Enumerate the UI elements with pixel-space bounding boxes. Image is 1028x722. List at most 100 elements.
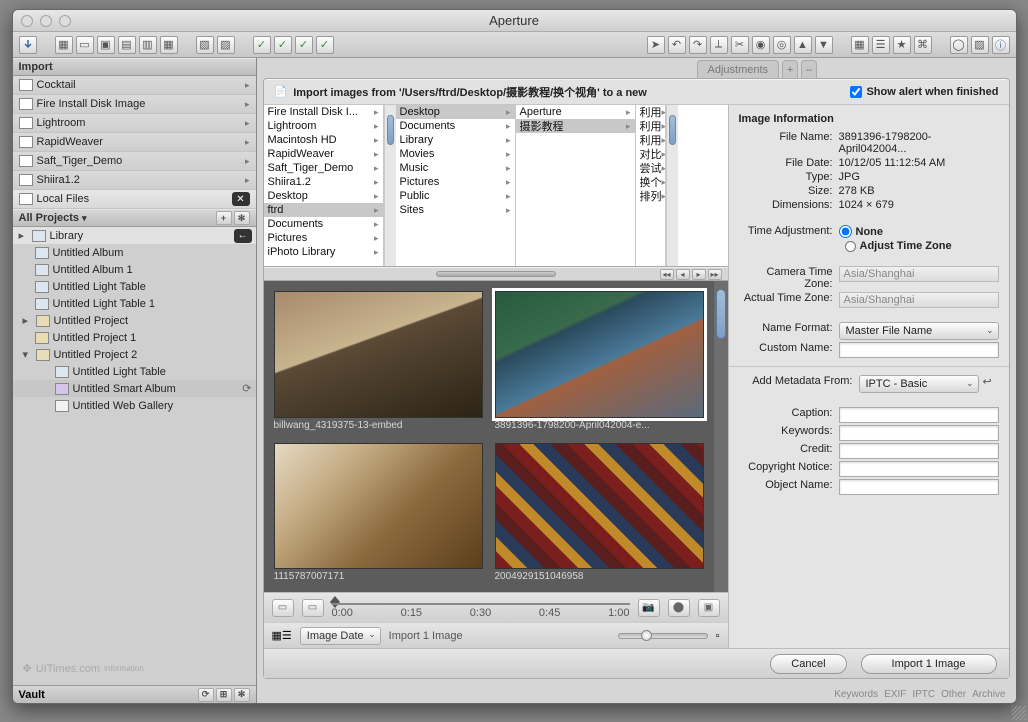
scrollbar-thumb[interactable] <box>716 289 726 339</box>
credit-field[interactable] <box>839 443 999 459</box>
browser-item[interactable]: 利用▸ <box>636 133 665 147</box>
gear-icon[interactable]: ✻ <box>234 211 250 225</box>
tree-project[interactable]: ▾Untitled Project 2 <box>13 346 256 363</box>
scrollbar-thumb[interactable] <box>387 115 394 145</box>
reset-icon[interactable]: ↩ <box>983 375 999 391</box>
zoom-window-button[interactable] <box>59 15 71 27</box>
source-item[interactable]: Cocktail▸ <box>13 76 256 95</box>
source-item[interactable]: Lightroom▸ <box>13 114 256 133</box>
import-arrow-icon[interactable] <box>19 36 37 54</box>
browser-item[interactable]: RapidWeaver▸ <box>264 147 383 161</box>
tab-plus[interactable]: + <box>782 60 798 78</box>
footer-tab[interactable]: Archive <box>972 689 1005 700</box>
unstack-icon[interactable]: ▨ <box>217 36 235 54</box>
list-view-icon[interactable]: ☰ <box>282 629 292 642</box>
crop-icon[interactable]: ✂ <box>731 36 749 54</box>
browser-item[interactable]: Desktop▸ <box>264 189 383 203</box>
browser-item[interactable]: Macintosh HD▸ <box>264 133 383 147</box>
loupe-icon[interactable]: ◯ <box>950 36 968 54</box>
pointer-tool-icon[interactable]: ➤ <box>647 36 665 54</box>
browser-item[interactable]: 利用▸ <box>636 119 665 133</box>
keywords-field[interactable] <box>839 425 999 441</box>
source-item[interactable]: RapidWeaver▸ <box>13 133 256 152</box>
browser-item[interactable]: Saft_Tiger_Demo▸ <box>264 161 383 175</box>
all-projects-header[interactable]: All Projects▾ + ✻ <box>13 209 256 227</box>
check3-icon[interactable]: ✓ <box>295 36 313 54</box>
browser-item[interactable]: 排列▸ <box>636 189 665 203</box>
tree-web-gallery[interactable]: Untitled Web Gallery <box>13 397 256 414</box>
browser-item[interactable]: Pictures▸ <box>396 175 515 189</box>
browser-item[interactable]: 利用▸ <box>636 105 665 119</box>
browser-item[interactable]: 摄影教程▸ <box>516 119 635 133</box>
nav-prev-icon[interactable]: ◂ <box>676 269 690 280</box>
split-handle[interactable]: ◂◂ ◂ ▸ ▸▸ <box>264 267 728 281</box>
add-metadata-popup[interactable]: IPTC - Basic <box>859 375 979 393</box>
straighten-icon[interactable]: ⟂ <box>710 36 728 54</box>
rotate-right-icon[interactable]: ↷ <box>689 36 707 54</box>
check4-icon[interactable]: ✓ <box>316 36 334 54</box>
nav-last-icon[interactable]: ▸▸ <box>708 269 722 280</box>
rating-icon[interactable]: ★ <box>893 36 911 54</box>
browser-item[interactable]: Pictures▸ <box>264 231 383 245</box>
footer-tab[interactable]: Keywords <box>834 689 878 700</box>
tree-album[interactable]: Untitled Album 1 <box>13 261 256 278</box>
keywords-icon[interactable]: ⌘ <box>914 36 932 54</box>
tree-library[interactable]: ▸Library← <box>13 227 256 244</box>
lift-icon[interactable]: ▲ <box>794 36 812 54</box>
tree-lighttable[interactable]: Untitled Light Table 1 <box>13 295 256 312</box>
tree-lighttable[interactable]: Untitled Light Table <box>13 278 256 295</box>
rotate-left-icon[interactable]: ↶ <box>668 36 686 54</box>
spot-icon[interactable]: ◎ <box>773 36 791 54</box>
copyright-field[interactable] <box>839 461 999 477</box>
view-list-icon[interactable]: ☰ <box>872 36 890 54</box>
thumbnail[interactable]: 1115787007171 <box>274 443 483 583</box>
nav-first-icon[interactable]: ◂◂ <box>660 269 674 280</box>
stamp-icon[interactable]: ▼ <box>815 36 833 54</box>
scrollbar-thumb[interactable] <box>669 115 676 145</box>
view-grid-icon[interactable]: ▦ <box>851 36 869 54</box>
grid-view-icon[interactable]: ▦ <box>272 629 282 642</box>
browser-item[interactable]: Shiira1.2▸ <box>264 175 383 189</box>
check2-icon[interactable]: ✓ <box>274 36 292 54</box>
browser-item[interactable]: ftrd▸ <box>264 203 383 217</box>
tree-smart-album[interactable]: Untitled Smart Album⟳ <box>13 380 256 397</box>
time-adjust-tz-radio[interactable]: Adjust Time Zone <box>845 240 952 252</box>
browser-item[interactable]: Movies▸ <box>396 147 515 161</box>
browser-item[interactable]: Documents▸ <box>264 217 383 231</box>
vault-header[interactable]: Vault ⟳ ⊞ ✻ <box>13 685 256 703</box>
stack-icon[interactable]: ▧ <box>196 36 214 54</box>
thumbnail[interactable]: 2004929151046958 <box>495 443 704 583</box>
browser-item[interactable]: 尝试▸ <box>636 161 665 175</box>
tab-close[interactable]: – <box>801 60 817 78</box>
thumb-size-slider[interactable] <box>618 633 708 639</box>
time-adjust-none-radio[interactable]: None <box>839 225 999 238</box>
browser-item[interactable]: Documents▸ <box>396 119 515 133</box>
object-name-field[interactable] <box>839 479 999 495</box>
browser-item[interactable]: 对比▸ <box>636 147 665 161</box>
record-button[interactable]: ⬤ <box>668 599 690 617</box>
redeye-icon[interactable]: ◉ <box>752 36 770 54</box>
browser-item[interactable]: iPhoto Library▸ <box>264 245 383 259</box>
source-item[interactable]: Fire Install Disk Image▸ <box>13 95 256 114</box>
cancel-button[interactable]: Cancel <box>770 654 846 674</box>
timeline[interactable]: 0:00 0:15 0:30 0:45 1:00 <box>332 600 630 616</box>
caption-field[interactable] <box>839 407 999 423</box>
minimize-window-button[interactable] <box>40 15 52 27</box>
new-book-icon[interactable]: ▤ <box>118 36 136 54</box>
check1-icon[interactable]: ✓ <box>253 36 271 54</box>
footer-tab[interactable]: IPTC <box>912 689 935 700</box>
thumbnail[interactable]: 3891396-1798200-April042004-e... <box>495 291 704 431</box>
vault-gear-icon[interactable]: ✻ <box>234 688 250 702</box>
custom-name-field[interactable] <box>839 342 999 358</box>
adjust-panel-icon[interactable]: ▨ <box>971 36 989 54</box>
source-item[interactable]: Shiira1.2▸ <box>13 171 256 190</box>
new-smart-album-icon[interactable]: ▣ <box>97 36 115 54</box>
new-web-icon[interactable]: ▥ <box>139 36 157 54</box>
show-alert-checkbox[interactable]: Show alert when finished <box>850 86 998 98</box>
close-icon[interactable]: ✕ <box>232 192 250 206</box>
add-button[interactable]: + <box>216 211 232 225</box>
browser-col-4[interactable]: 利用▸利用▸利用▸对比▸尝试▸换个▸排列▸ <box>636 105 666 266</box>
size-small-icon[interactable]: ▫ <box>716 630 720 642</box>
browser-col-2[interactable]: Desktop▸Documents▸Library▸Movies▸Music▸P… <box>396 105 516 266</box>
vault-add-icon[interactable]: ⊞ <box>216 688 232 702</box>
